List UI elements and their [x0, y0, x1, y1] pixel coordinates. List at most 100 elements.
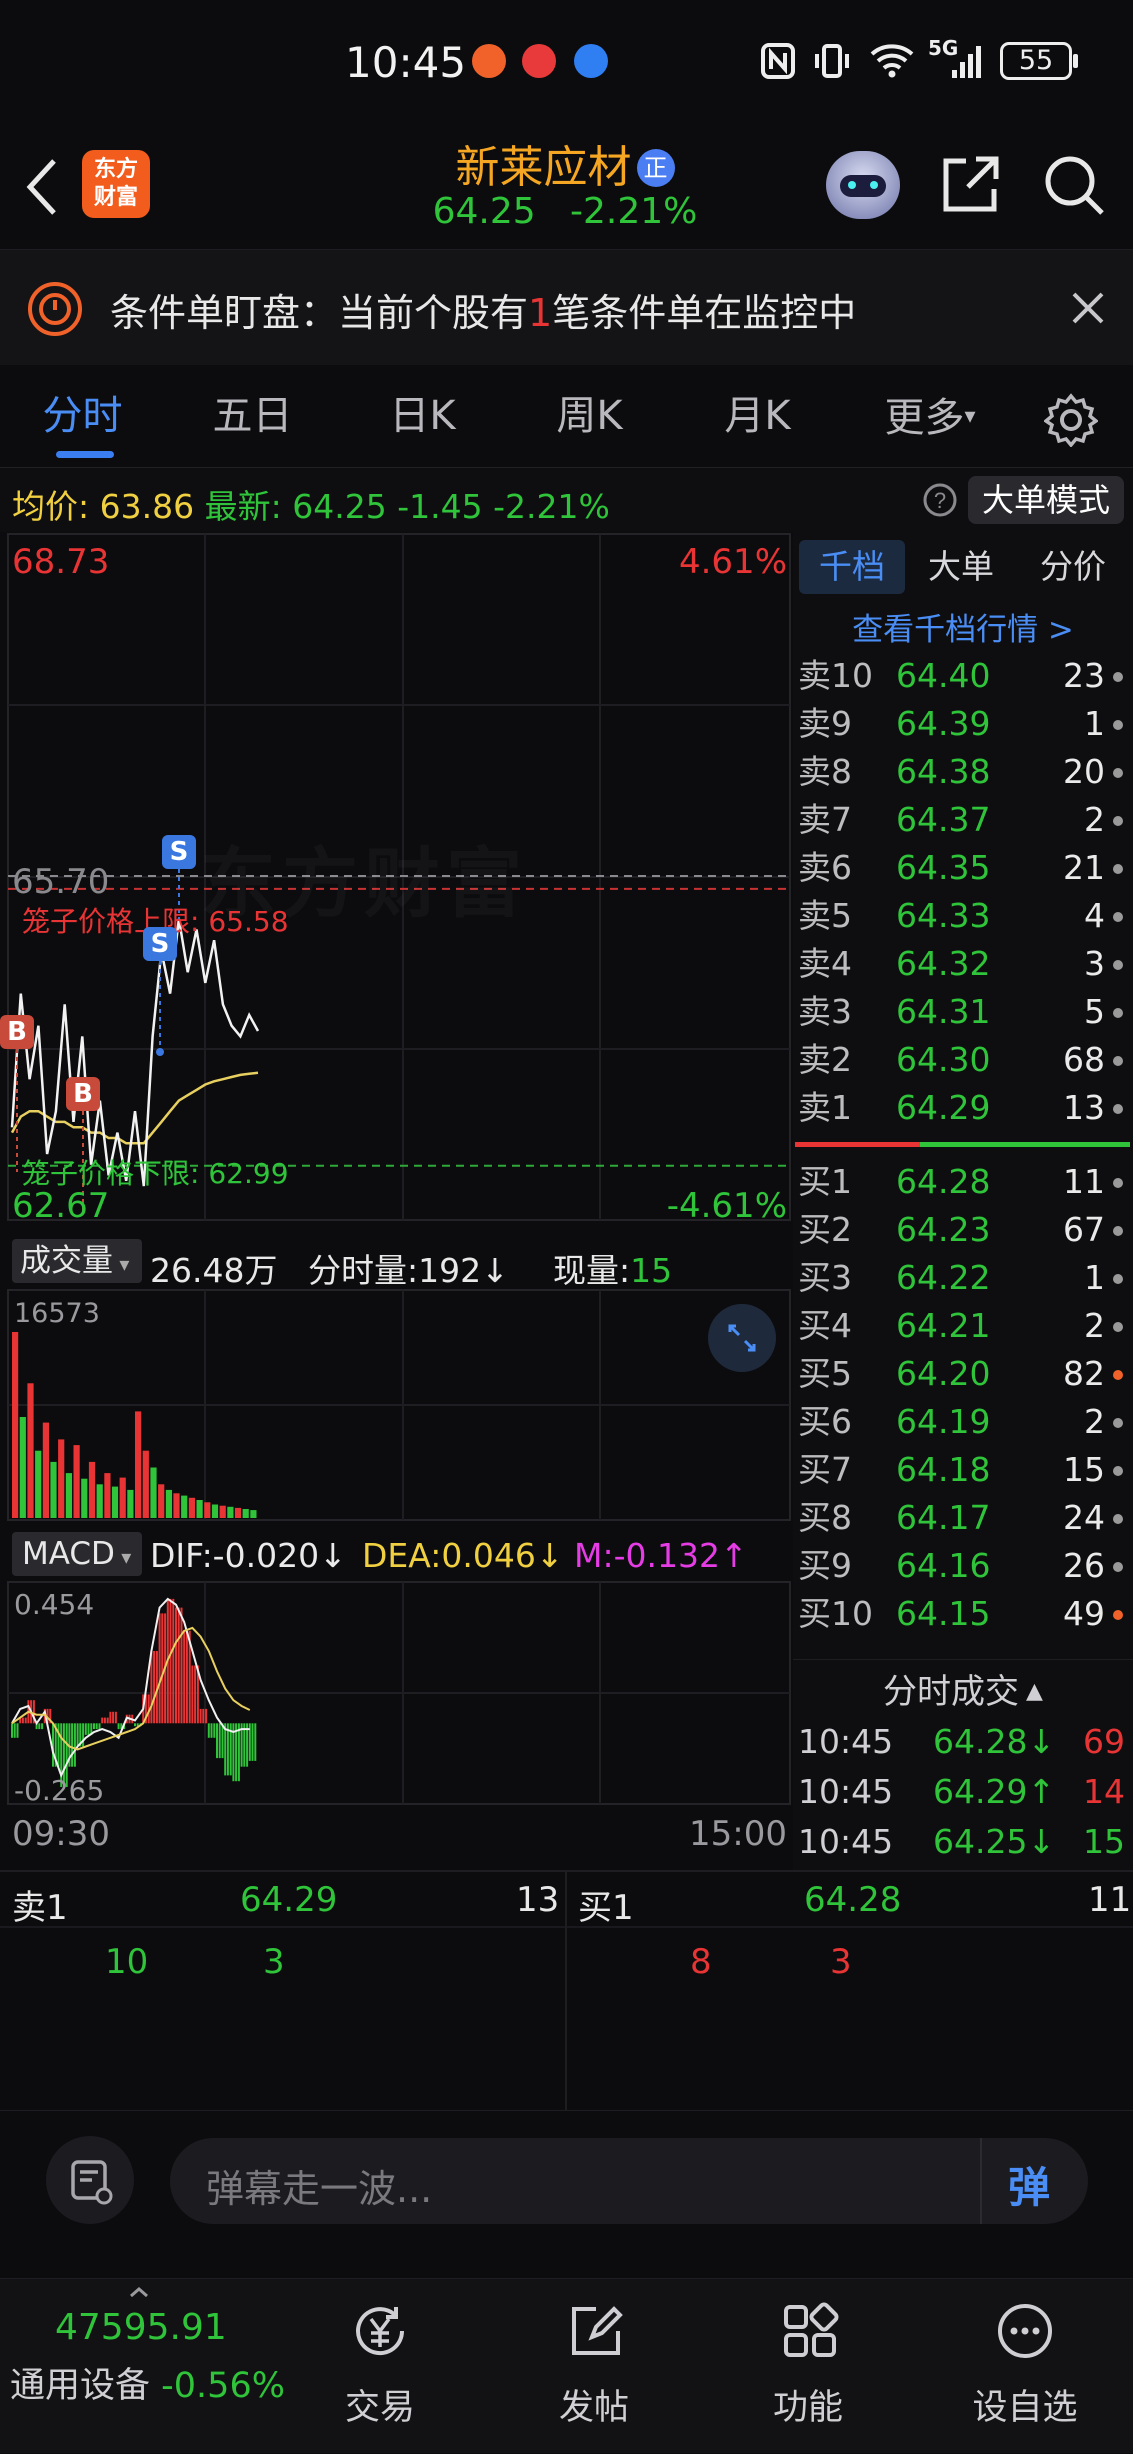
chevron-up-icon: ▲ [1019, 1679, 1043, 1704]
bid-row[interactable]: 买1 64.28 11 [793, 1158, 1133, 1206]
app-notif-icon [522, 44, 556, 78]
nav-post[interactable]: 发帖 [494, 2279, 694, 2454]
help-icon[interactable]: ? [922, 482, 958, 518]
buy-marker[interactable]: B [66, 1077, 100, 1111]
share-icon[interactable] [940, 153, 1002, 215]
index-name: 通用设备 [10, 2366, 151, 2406]
stock-name: 新莱应材 [455, 142, 632, 193]
danmu-input-field[interactable]: 弹幕走一波... 弹 [170, 2138, 1088, 2224]
volume-bar [181, 1495, 188, 1518]
chevron-up-icon[interactable] [128, 2285, 150, 2299]
current-volume-value: 15 [630, 1251, 673, 1290]
bid-volume: 11 [1063, 1162, 1105, 1201]
volume-bar [158, 1484, 165, 1518]
trade-row: 10:45 64.28↓ 69 [793, 1717, 1133, 1767]
latest-change: -1.45 [397, 487, 483, 526]
sell-marker[interactable]: S [143, 927, 177, 961]
trades-header-label: 分时成交 [883, 1672, 1020, 1712]
condition-text-suffix: 笔条件单在监控中 [552, 291, 857, 335]
battery-icon: 55 [1000, 42, 1072, 80]
trade-price: 64.25↓ [933, 1822, 1056, 1861]
volume-bar [104, 1473, 111, 1518]
nav-trade[interactable]: 交易 [280, 2279, 480, 2454]
big-order-mode-button[interactable]: 大单模式 [968, 476, 1124, 524]
bid-row[interactable]: 买2 64.23 67 [793, 1206, 1133, 1254]
bid-volume: 26 [1063, 1546, 1105, 1585]
divider [0, 2110, 1133, 2111]
tab-more[interactable]: 更多▾ [870, 365, 990, 468]
sell-marker[interactable]: S [162, 835, 196, 869]
volume-bar [142, 1450, 149, 1518]
expand-icon[interactable] [708, 1304, 776, 1372]
volume-bar [204, 1502, 211, 1518]
bid-row[interactable]: 买4 64.21 2 [793, 1302, 1133, 1350]
trade-yen-icon [356, 2307, 405, 2356]
tab-monthly-k[interactable]: 月K [695, 365, 820, 468]
nav-functions[interactable]: 功能 [708, 2279, 908, 2454]
ref-price-label: 65.70 [12, 862, 110, 902]
volume-bar [50, 1461, 57, 1518]
bid-volume: 67 [1063, 1210, 1105, 1249]
index-info[interactable]: 通用设备 -0.56% [10, 2357, 285, 2408]
volume-bar [81, 1478, 88, 1518]
bid-row[interactable]: 买3 64.22 1 [793, 1254, 1133, 1302]
condition-order-bar[interactable]: 条件单盯盘：当前个股有1笔条件单在监控中 [0, 250, 1133, 365]
buy-marker[interactable]: B [0, 1015, 34, 1049]
order-book-panel: 千档 大单 分价 查看千档行情 > 卖10 64.40 23 卖9 64.39 1 卖8 64… [793, 532, 1133, 1870]
nav-trade-label: 交易 [344, 2388, 415, 2428]
edit-icon [572, 2306, 623, 2355]
time-end-label: 15:00 [689, 1814, 787, 1854]
divider [980, 2138, 982, 2224]
dot-icon [1113, 1466, 1123, 1476]
tab-five-day[interactable]: 五日 [190, 365, 315, 468]
price-summary-row: 均价: 63.86 最新: 64.25 -1.45 -2.21% ? 大单模式 [0, 468, 1133, 532]
bid-row[interactable]: 买6 64.19 2 [793, 1398, 1133, 1446]
danmu-list-icon[interactable] [46, 2136, 134, 2224]
bid-level: 买6 [798, 1402, 852, 1441]
tab-daily-k[interactable]: 日K [360, 365, 485, 468]
intraday-chart-area: 68.73 4.61% 65.70 东方财富 笼子价格上限: 65.58 笼子价… [0, 532, 793, 1870]
stock-title[interactable]: 新莱应材 正 [400, 131, 730, 195]
latest-value: 64.25 [292, 487, 387, 526]
bid-row[interactable]: 买7 64.18 15 [793, 1446, 1133, 1494]
bid-row[interactable]: 买10 64.15 49 [793, 1590, 1133, 1638]
bid-volume: 24 [1063, 1498, 1105, 1537]
time-start-label: 09:30 [12, 1814, 110, 1854]
bid-level: 买7 [798, 1450, 852, 1489]
buy1-queue-2: 3 [830, 1942, 852, 1982]
price-line [10, 918, 260, 1187]
bid-level: 买2 [798, 1210, 852, 1249]
avg-price-value: 63.86 [99, 487, 195, 526]
buy1-volume: 11 [1088, 1880, 1132, 1920]
volume-bar [19, 1417, 26, 1518]
dif-value: DIF:-0.020↓ [150, 1536, 347, 1575]
danmu-send-button[interactable]: 弹 [1008, 2154, 1050, 2215]
trades-header[interactable]: 分时成交 ▲ [793, 1664, 1133, 1713]
volume-bar [196, 1500, 203, 1518]
back-icon[interactable] [22, 155, 62, 219]
robot-icon[interactable] [826, 151, 900, 219]
volume-bar [211, 1504, 219, 1518]
bid-row[interactable]: 买5 64.20 82 [793, 1350, 1133, 1398]
bid-volume: 1 [1084, 1258, 1105, 1297]
bid-row[interactable]: 买9 64.16 26 [793, 1542, 1133, 1590]
nav-add-watchlist[interactable]: 设自选 [925, 2279, 1125, 2454]
target-icon [28, 282, 82, 336]
chevron-down-icon: ▾ [113, 1252, 130, 1276]
close-icon[interactable] [1070, 290, 1106, 326]
volume-indicator-select[interactable]: 成交量 ▾ [12, 1239, 142, 1283]
condition-count: 1 [528, 291, 553, 335]
search-icon[interactable] [1042, 153, 1106, 217]
index-value[interactable]: 47595.91 [55, 2307, 227, 2348]
lower-limit-value: 62.99 [208, 1157, 289, 1190]
tab-weekly-k[interactable]: 周K [527, 365, 652, 468]
bid-price: 64.23 [896, 1210, 991, 1249]
bid-row[interactable]: 买8 64.17 24 [793, 1494, 1133, 1542]
macd-indicator-select[interactable]: MACD ▾ [12, 1532, 142, 1576]
trade-time: 10:45 [798, 1772, 894, 1811]
header-quote: 64.25 -2.21% [400, 191, 730, 232]
settings-gear-icon[interactable] [1044, 393, 1098, 447]
divider [793, 1659, 1133, 1660]
header-change-pct: -2.21% [570, 191, 698, 232]
volume-bar [58, 1439, 65, 1518]
